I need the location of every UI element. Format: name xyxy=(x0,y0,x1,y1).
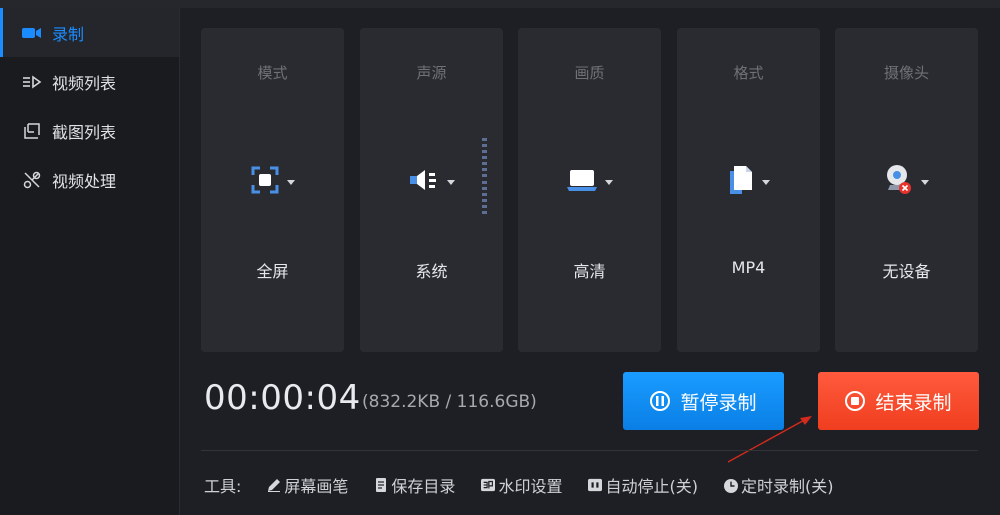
camera-dropdown[interactable] xyxy=(835,164,978,200)
stop-recording-button[interactable]: 结束录制 xyxy=(818,372,979,430)
card-value: 无设备 xyxy=(882,262,931,281)
chevron-down-icon xyxy=(920,179,929,185)
mode-dropdown[interactable] xyxy=(201,164,344,200)
video-tools-icon xyxy=(22,171,42,188)
tool-label: 屏幕画笔 xyxy=(284,477,349,496)
volume-meter[interactable] xyxy=(482,138,487,214)
recording-timer: 00:00:04 xyxy=(204,378,361,418)
mode-card: 模式 全屏 xyxy=(201,28,344,352)
sidebar-item-record[interactable]: 录制 xyxy=(0,8,179,57)
sidebar-item-label: 视频处理 xyxy=(52,171,117,191)
card-title: 画质 xyxy=(574,64,605,82)
screen-pen-tool[interactable]: 屏幕画笔 xyxy=(267,473,348,497)
annotation-arrow-icon xyxy=(727,416,812,463)
monitor-icon xyxy=(566,168,597,196)
sidebar-item-video-tools[interactable]: 视频处理 xyxy=(0,155,179,204)
audio-source-card: 声源 系统 xyxy=(360,28,503,352)
sidebar-item-video-list[interactable]: 视频列表 xyxy=(0,57,179,106)
chevron-down-icon xyxy=(761,179,770,185)
card-title: 摄像头 xyxy=(883,64,929,82)
quality-dropdown[interactable] xyxy=(518,164,661,200)
card-title: 声源 xyxy=(416,64,447,82)
file-size-info: (832.2KB / 116.6GB) xyxy=(362,392,537,412)
watermark-settings-tool[interactable]: 水印设置 xyxy=(481,473,562,497)
format-dropdown[interactable] xyxy=(677,164,820,200)
tools-bar: 工具: 屏幕画笔 保存目录 水印设置 自动停止(关) 定时录制(关) xyxy=(204,474,833,496)
screenshot-list-icon xyxy=(22,122,42,139)
tool-label: 保存目录 xyxy=(391,477,456,496)
sidebar-item-label: 录制 xyxy=(52,24,85,44)
clock-icon xyxy=(723,478,738,493)
scheduled-recording-tool[interactable]: 定时录制(关) xyxy=(723,473,834,497)
video-list-icon xyxy=(22,74,42,90)
pause-icon xyxy=(650,391,671,411)
chevron-down-icon xyxy=(286,179,295,185)
card-title: 格式 xyxy=(733,64,764,82)
webcam-disabled-icon xyxy=(885,164,913,200)
save-directory-tool[interactable]: 保存目录 xyxy=(374,473,455,497)
tool-label: 水印设置 xyxy=(498,477,563,496)
watermark-icon xyxy=(481,478,496,492)
camera-card: 摄像头 无设备 xyxy=(835,28,978,352)
sidebar-item-screenshot-list[interactable]: 截图列表 xyxy=(0,106,179,155)
card-value: 全屏 xyxy=(256,262,289,281)
card-value: 高清 xyxy=(573,262,606,281)
recording-options: 模式 全屏 声源 系统 画质 高清 格式 MP4 摄像头 无设备 xyxy=(201,28,978,352)
auto-stop-tool[interactable]: 自动停止(关) xyxy=(588,473,698,497)
divider xyxy=(201,450,978,451)
tool-label: 定时录制(关) xyxy=(740,477,834,496)
sidebar-item-label: 截图列表 xyxy=(52,122,117,142)
sidebar-item-label: 视频列表 xyxy=(52,73,117,93)
file-icon xyxy=(728,165,754,199)
auto-stop-icon xyxy=(588,478,603,492)
card-value: 系统 xyxy=(415,262,448,281)
speaker-icon xyxy=(409,168,439,196)
chevron-down-icon xyxy=(446,179,455,185)
chevron-down-icon xyxy=(604,179,613,185)
window-top-bar xyxy=(0,0,1000,8)
camera-icon xyxy=(22,25,42,41)
fullscreen-icon xyxy=(251,166,279,198)
sidebar: 录制 视频列表 截图列表 视频处理 xyxy=(0,8,180,515)
tools-label: 工具: xyxy=(204,477,242,496)
card-value: MP4 xyxy=(731,258,766,277)
stop-icon xyxy=(845,391,866,411)
stop-button-label: 结束录制 xyxy=(875,391,952,414)
folder-doc-icon xyxy=(374,478,388,492)
quality-card: 画质 高清 xyxy=(518,28,661,352)
pen-icon xyxy=(267,478,281,492)
tool-label: 自动停止(关) xyxy=(605,477,698,496)
format-card: 格式 MP4 xyxy=(677,28,820,352)
card-title: 模式 xyxy=(257,64,288,82)
